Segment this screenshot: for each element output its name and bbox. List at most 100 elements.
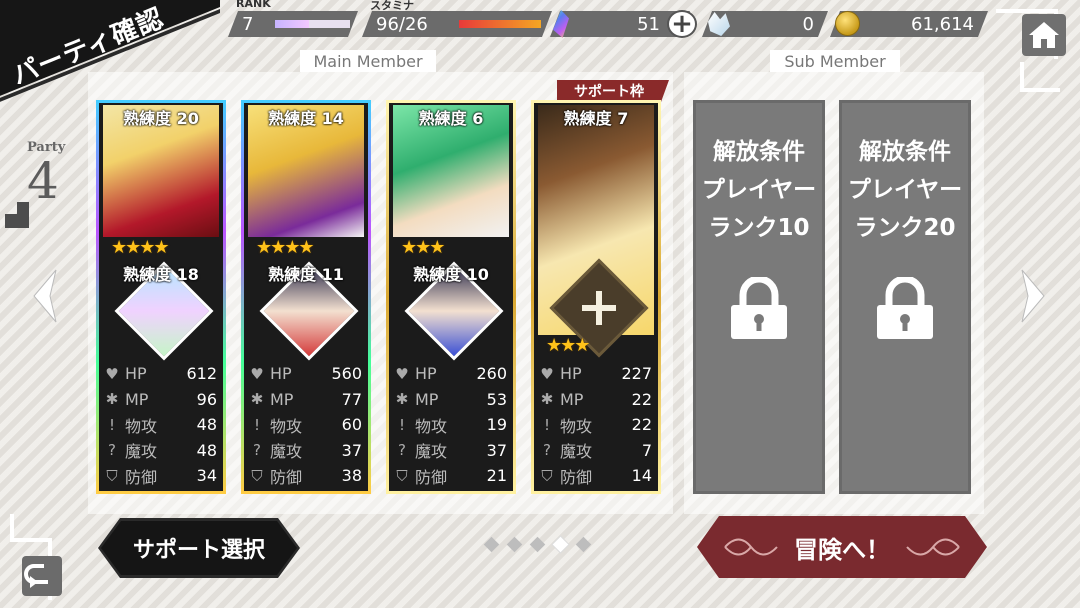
back-button[interactable] — [8, 512, 68, 604]
mp-icon: ✱ — [540, 390, 554, 409]
plus-icon — [582, 291, 616, 325]
next-party-arrow-icon[interactable] — [1020, 268, 1048, 324]
member-stats: ♥ HP 227 ✱ MP 22 ! 物攻 22 ? 魔攻 7 ⛉ 防御 14 — [538, 361, 652, 489]
stat-name: HP — [125, 364, 147, 384]
member-card-3[interactable]: 熟練度 6 ★★★ 熟練度 10 ♥ HP 260 ✱ MP 53 ! 物攻 19 ? 魔攻 3… — [386, 100, 516, 494]
corner-frame-top — [996, 9, 1058, 13]
stamina-progress-fill — [459, 20, 541, 28]
stat-row-matk: ? 魔攻 7 — [538, 438, 652, 464]
rank-label: RANK — [236, 0, 271, 10]
stat-name: 物攻 — [415, 416, 448, 436]
sub-mastery-label: 熟練度 10 — [413, 265, 489, 284]
stat-name: 魔攻 — [415, 442, 448, 462]
stat-value: 22 — [631, 415, 652, 435]
buy-gems-button[interactable]: + — [667, 10, 697, 38]
rank-progress-fill — [275, 20, 309, 28]
member-card-1[interactable]: 熟練度 20 ★★★★ 熟練度 18 ♥ HP 612 ✱ MP 96 ! 物攻 48 ? 魔… — [96, 100, 226, 494]
stat-row-mp: ✱ MP 77 — [248, 387, 362, 413]
sword-icon: ! — [398, 415, 405, 434]
gem-count: 51 — [637, 13, 660, 35]
stat-value: 48 — [196, 415, 217, 435]
mastery-label: 熟練度 6 — [418, 109, 484, 128]
unlock-condition-text: 解放条件 プレイヤー ランク10 — [702, 133, 816, 247]
stat-name: 防御 — [125, 467, 158, 487]
stat-value: 560 — [331, 364, 362, 384]
rarity-stars: ★★★ — [546, 335, 590, 356]
sword-icon: ! — [108, 415, 115, 434]
stat-value: 53 — [486, 389, 507, 409]
magic-icon: ? — [543, 441, 551, 460]
stat-row-hp: ♥ HP 560 — [248, 361, 362, 387]
page-dot[interactable] — [529, 536, 546, 553]
heart-icon: ♥ — [395, 364, 409, 383]
sword-icon: ! — [253, 415, 260, 434]
unlock-condition-rank: ランク10 — [708, 215, 810, 241]
mp-icon: ✱ — [250, 390, 264, 409]
stat-name: HP — [270, 364, 292, 384]
stat-row-atk: ! 物攻 48 — [103, 412, 217, 438]
page-dot[interactable] — [552, 536, 569, 553]
stat-value: 48 — [196, 440, 217, 460]
rank-value: 7 — [242, 13, 254, 35]
unlock-condition-title: 解放条件 — [859, 139, 951, 165]
locked-sub-slot-2[interactable]: 解放条件 プレイヤー ランク20 — [839, 100, 971, 494]
corner-frame-left — [1020, 62, 1024, 90]
page-dot[interactable] — [506, 536, 523, 553]
stat-row-atk: ! 物攻 22 — [538, 412, 652, 438]
crystal-count: 0 — [802, 13, 814, 35]
ornament-right-icon — [903, 528, 963, 566]
stat-value: 38 — [341, 466, 362, 486]
stat-row-mp: ✱ MP 96 — [103, 387, 217, 413]
stat-value: 612 — [186, 364, 217, 384]
rarity-stars: ★★★★ — [111, 237, 170, 258]
home-button[interactable] — [1022, 14, 1066, 56]
stat-name: 防御 — [415, 467, 448, 487]
stat-name: 魔攻 — [125, 442, 158, 462]
unlock-condition-rank: ランク20 — [854, 215, 956, 241]
member-stats: ♥ HP 560 ✱ MP 77 ! 物攻 60 ? 魔攻 37 ⛉ 防御 38 — [248, 361, 362, 489]
mp-icon: ✱ — [395, 390, 409, 409]
stat-name: 防御 — [270, 467, 303, 487]
sword-icon: ! — [543, 415, 550, 434]
heart-icon: ♥ — [105, 364, 119, 383]
go-adventure-button[interactable]: 冒険へ！ — [697, 516, 987, 578]
magic-icon: ? — [398, 441, 406, 460]
unlock-condition-title: 解放条件 — [713, 139, 805, 165]
stat-value: 21 — [486, 466, 507, 486]
magic-icon: ? — [253, 441, 261, 460]
stat-value: 96 — [196, 389, 217, 409]
stat-row-mp: ✱ MP 22 — [538, 387, 652, 413]
member-card-2[interactable]: 熟練度 14 ★★★★ 熟練度 11 ♥ HP 560 ✱ MP 77 ! 物攻 60 ? 魔… — [241, 100, 371, 494]
shield-icon: ⛉ — [106, 466, 118, 485]
prev-party-arrow-icon[interactable] — [30, 268, 58, 324]
stat-name: 防御 — [560, 467, 593, 487]
heart-icon: ♥ — [250, 364, 264, 383]
locked-sub-slot-1[interactable]: 解放条件 プレイヤー ランク10 — [693, 100, 825, 494]
lock-icon — [731, 277, 787, 339]
stat-row-def: ⛉ 防御 21 — [393, 463, 507, 489]
ornament-left-icon — [721, 528, 781, 566]
unlock-condition-text: 解放条件 プレイヤー ランク20 — [848, 133, 962, 247]
stat-name: HP — [415, 364, 437, 384]
stat-name: 物攻 — [125, 416, 158, 436]
stat-name: MP — [270, 389, 294, 409]
stat-value: 60 — [341, 415, 362, 435]
page-dot[interactable] — [483, 536, 500, 553]
stat-row-atk: ! 物攻 19 — [393, 412, 507, 438]
shield-icon: ⛉ — [541, 466, 553, 485]
page-dot[interactable] — [575, 536, 592, 553]
support-select-button[interactable]: サポート選択 — [98, 518, 300, 578]
magic-icon: ? — [108, 441, 116, 460]
stat-value: 77 — [341, 389, 362, 409]
unlock-condition-player: プレイヤー — [701, 177, 817, 203]
member-card-4-support[interactable]: 熟練度 7 ★★★ ♥ HP 227 ✱ MP 22 ! 物攻 22 ? 魔攻 7 ⛉ 防御 14 — [531, 100, 661, 494]
member-stats: ♥ HP 260 ✱ MP 53 ! 物攻 19 ? 魔攻 37 ⛉ 防御 21 — [393, 361, 507, 489]
stat-name: 物攻 — [560, 416, 593, 436]
stat-row-hp: ♥ HP 260 — [393, 361, 507, 387]
stat-row-def: ⛉ 防御 34 — [103, 463, 217, 489]
stat-name: MP — [125, 389, 149, 409]
mastery-label: 熟練度 14 — [268, 109, 344, 128]
sub-mastery-label: 熟練度 18 — [123, 265, 199, 284]
stat-value: 22 — [631, 389, 652, 409]
stat-value: 227 — [621, 364, 652, 384]
